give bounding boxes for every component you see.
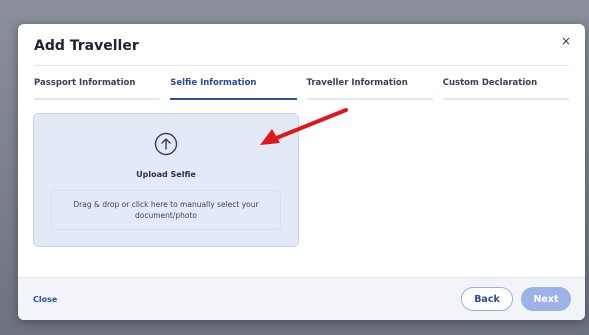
drop-zone-hint: Drag & drop or click here to manually se…: [73, 200, 259, 220]
next-button[interactable]: Next: [521, 287, 571, 311]
tab-selfie-information[interactable]: Selfie Information: [170, 72, 297, 100]
modal-title: Add Traveller: [34, 38, 139, 54]
red-arrow-annotation: [260, 108, 348, 145]
title-divider: [34, 65, 569, 66]
upload-selfie-title: Upload Selfie: [136, 170, 196, 179]
upload-arrow-circle-icon: [154, 132, 178, 156]
close-icon[interactable]: ×: [559, 34, 573, 48]
modal-footer: Close Back Next: [18, 277, 585, 320]
close-link[interactable]: Close: [33, 295, 57, 304]
back-button[interactable]: Back: [461, 287, 513, 311]
tab-traveller-information[interactable]: Traveller Information: [306, 72, 434, 100]
add-traveller-modal: Add Traveller × Passport Information Sel…: [18, 24, 585, 320]
drop-zone[interactable]: Drag & drop or click here to manually se…: [51, 190, 281, 230]
step-tabs: Passport Information Selfie Information …: [34, 72, 570, 100]
tab-custom-declaration[interactable]: Custom Declaration: [442, 72, 570, 100]
tab-passport-information[interactable]: Passport Information: [34, 72, 161, 100]
